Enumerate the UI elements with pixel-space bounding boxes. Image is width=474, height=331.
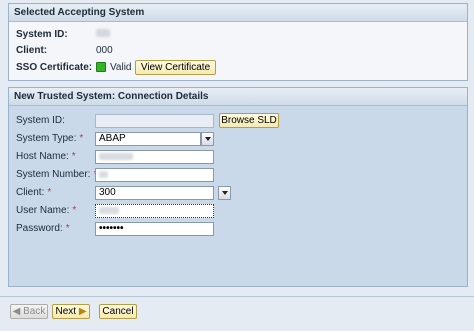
- next-button[interactable]: Next ▶: [52, 304, 90, 319]
- sso-status-text: Valid: [110, 62, 132, 73]
- user-name-field[interactable]: [95, 204, 214, 218]
- sso-status: Valid: [96, 61, 132, 75]
- password-field[interactable]: •••••••: [95, 222, 214, 236]
- host-name-field[interactable]: [95, 150, 214, 164]
- password-label: Password: *: [16, 222, 70, 236]
- browse-sld-button[interactable]: Browse SLD: [219, 113, 279, 128]
- footer-divider: [0, 296, 474, 297]
- required-marker: *: [65, 223, 70, 234]
- client-value: 000: [96, 45, 113, 56]
- valid-status-icon: [96, 62, 106, 73]
- trusted-client-label-text: Client:: [16, 187, 45, 198]
- trusted-client-label: Client: *: [16, 186, 51, 200]
- redacted-value: [99, 207, 119, 214]
- accepting-system-panel: Selected Accepting System System ID: Cli…: [8, 3, 468, 81]
- system-type-select[interactable]: ABAP: [95, 132, 201, 146]
- system-type-label: System Type: *: [16, 132, 83, 146]
- user-name-label-text: User Name:: [16, 205, 70, 216]
- system-id-field[interactable]: [95, 114, 214, 128]
- trusted-system-panel: New Trusted System: Connection Details S…: [8, 87, 468, 287]
- host-name-label: Host Name: *: [16, 150, 76, 164]
- redacted-value: [99, 171, 108, 178]
- back-button-label: Back: [23, 306, 46, 317]
- system-number-label-text: System Number:: [16, 169, 91, 180]
- client-label: Client:: [16, 45, 48, 56]
- view-certificate-button[interactable]: View Certificate: [135, 60, 216, 75]
- back-arrow-icon: ◀: [12, 306, 21, 317]
- redacted-value: [99, 153, 133, 160]
- required-marker: *: [71, 151, 76, 162]
- next-button-label: Next: [55, 306, 77, 317]
- client-value-help-button[interactable]: [218, 186, 231, 200]
- redacted-value: [96, 29, 110, 37]
- system-id-value: [96, 28, 110, 42]
- system-type-label-text: System Type:: [16, 133, 77, 144]
- required-marker: *: [79, 133, 84, 144]
- accepting-system-header: Selected Accepting System: [9, 4, 467, 22]
- system-number-field[interactable]: [95, 168, 214, 182]
- required-marker: *: [72, 205, 77, 216]
- system-number-label: System Number:*: [16, 168, 97, 182]
- trusted-system-id-label: System ID:: [16, 115, 65, 126]
- password-label-text: Password:: [16, 223, 63, 234]
- system-id-label: System ID:: [16, 29, 68, 40]
- system-type-dropdown-button[interactable]: [201, 132, 214, 146]
- cancel-button[interactable]: Cancel: [99, 304, 137, 319]
- sso-certificate-label: SSO Certificate:: [16, 62, 93, 73]
- client-field[interactable]: 300: [95, 186, 214, 200]
- required-marker: *: [47, 187, 52, 198]
- back-button[interactable]: ◀ Back: [10, 304, 48, 319]
- next-arrow-icon: ▶: [78, 306, 87, 317]
- user-name-label: User Name: *: [16, 204, 76, 218]
- host-name-label-text: Host Name:: [16, 151, 69, 162]
- trusted-system-header: New Trusted System: Connection Details: [9, 88, 467, 106]
